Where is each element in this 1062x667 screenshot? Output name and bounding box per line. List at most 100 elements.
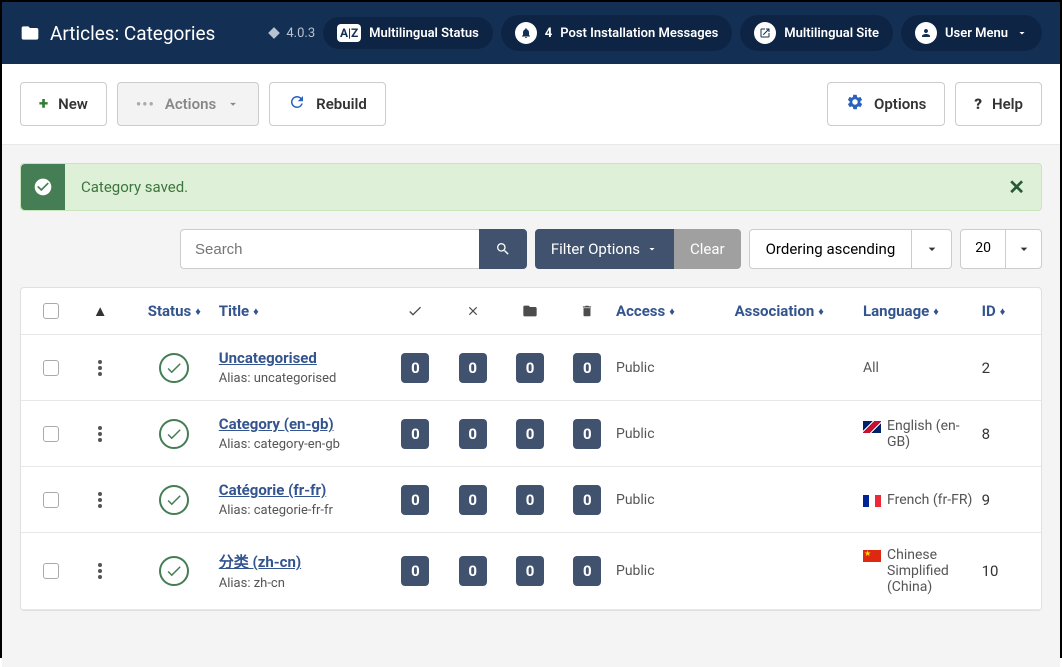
column-id[interactable]: ID♦ — [982, 302, 1031, 320]
select-all-checkbox[interactable] — [43, 303, 59, 319]
status-published-icon[interactable] — [159, 353, 189, 383]
archived-count[interactable]: 0 — [516, 419, 544, 449]
search-button[interactable] — [479, 229, 527, 269]
flag-icon — [863, 550, 881, 562]
language-cell: Chinese Simplified (China) — [863, 547, 982, 595]
flag-icon — [863, 421, 881, 433]
language-cell: English (en-GB) — [863, 418, 982, 450]
toolbar: + New ••• Actions Rebuild Options ? Help — [2, 64, 1060, 145]
clear-button[interactable]: Clear — [674, 229, 741, 269]
column-archived-icon[interactable] — [501, 303, 558, 319]
column-access[interactable]: Access♦ — [616, 302, 735, 320]
options-button[interactable]: Options — [827, 82, 945, 126]
table-header: ▲ Status♦ Title♦ Access♦ Association♦ La… — [21, 288, 1041, 335]
search-input[interactable] — [180, 229, 479, 269]
published-count[interactable]: 0 — [401, 353, 429, 383]
plus-icon: + — [39, 94, 48, 114]
unpublished-count[interactable]: 0 — [459, 485, 487, 515]
row-actions-button[interactable] — [98, 360, 102, 376]
status-published-icon[interactable] — [159, 419, 189, 449]
column-trashed-icon[interactable] — [559, 304, 616, 318]
post-install-messages-button[interactable]: 4 Post Installation Messages — [501, 15, 733, 51]
page-title-text: Articles: Categories — [50, 22, 215, 45]
row-actions-button[interactable] — [98, 492, 102, 508]
row-checkbox[interactable] — [43, 360, 59, 376]
published-count[interactable]: 0 — [401, 485, 429, 515]
language-cell: French (fr-FR) — [863, 492, 982, 508]
limit-value: 20 — [961, 230, 1005, 268]
trashed-count[interactable]: 0 — [573, 353, 601, 383]
refresh-icon — [288, 93, 306, 115]
archived-count[interactable]: 0 — [516, 353, 544, 383]
column-status[interactable]: Status♦ — [130, 302, 219, 320]
chevron-down-icon — [911, 230, 951, 268]
chevron-down-icon — [646, 243, 658, 255]
gear-icon — [846, 93, 864, 115]
access-level: Public — [616, 563, 735, 579]
alert-close-button[interactable]: ✕ — [992, 175, 1041, 199]
published-count[interactable]: 0 — [401, 419, 429, 449]
ellipsis-icon: ••• — [136, 95, 155, 113]
sort-order-icon[interactable]: ▲ — [93, 302, 108, 320]
column-unpublished-icon[interactable] — [444, 304, 501, 318]
chevron-down-icon — [226, 97, 240, 111]
column-published-icon[interactable] — [387, 303, 444, 319]
row-checkbox[interactable] — [43, 492, 59, 508]
unpublished-count[interactable]: 0 — [459, 419, 487, 449]
unpublished-count[interactable]: 0 — [459, 353, 487, 383]
trashed-count[interactable]: 0 — [573, 485, 601, 515]
category-title-link[interactable]: Category (en-gb) — [219, 415, 387, 433]
new-button[interactable]: + New — [20, 82, 107, 126]
row-actions-button[interactable] — [98, 426, 102, 442]
categories-table: ▲ Status♦ Title♦ Access♦ Association♦ La… — [20, 287, 1042, 611]
ordering-select[interactable]: Ordering ascending — [749, 229, 953, 269]
filter-bar: Filter Options Clear Ordering ascending … — [180, 229, 1042, 269]
column-association[interactable]: Association♦ — [735, 302, 863, 320]
unpublished-count[interactable]: 0 — [459, 556, 487, 586]
external-link-icon — [754, 22, 776, 44]
filter-options-button[interactable]: Filter Options — [535, 229, 674, 269]
category-title-link[interactable]: 分类 (zh-cn) — [219, 551, 387, 572]
success-alert: Category saved. ✕ — [20, 163, 1042, 211]
user-icon — [915, 22, 937, 44]
notification-count: 4 — [545, 26, 552, 41]
category-title-link[interactable]: Uncategorised — [219, 349, 387, 367]
column-language[interactable]: Language♦ — [863, 302, 982, 320]
archived-count[interactable]: 0 — [516, 556, 544, 586]
multilingual-site-button[interactable]: Multilingual Site — [740, 15, 893, 51]
user-menu-button[interactable]: User Menu — [901, 15, 1042, 51]
search-icon — [495, 241, 511, 257]
category-alias: Alias: zh-cn — [219, 576, 387, 591]
table-row: Category (en-gb) Alias: category-en-gb 0… — [21, 401, 1041, 467]
trashed-count[interactable]: 0 — [573, 419, 601, 449]
actions-button[interactable]: ••• Actions — [117, 82, 259, 126]
language-cell: All — [863, 360, 982, 376]
limit-select[interactable]: 20 — [960, 229, 1042, 269]
table-row: 分类 (zh-cn) Alias: zh-cn 0 0 0 0 Public C… — [21, 533, 1041, 610]
chevron-down-icon — [1005, 230, 1041, 268]
bell-icon — [515, 22, 537, 44]
row-actions-button[interactable] — [98, 563, 102, 579]
row-checkbox[interactable] — [43, 426, 59, 442]
trashed-count[interactable]: 0 — [573, 556, 601, 586]
rebuild-button[interactable]: Rebuild — [269, 82, 386, 126]
page-title: Articles: Categories — [20, 22, 215, 45]
flag-icon — [863, 495, 881, 507]
table-row: Uncategorised Alias: uncategorised 0 0 0… — [21, 335, 1041, 401]
help-button[interactable]: ? Help — [955, 82, 1042, 126]
column-title[interactable]: Title♦ — [219, 302, 387, 320]
table-row: Catégorie (fr-fr) Alias: categorie-fr-fr… — [21, 467, 1041, 533]
version-label: 4.0.3 — [267, 26, 315, 41]
archived-count[interactable]: 0 — [516, 485, 544, 515]
status-published-icon[interactable] — [159, 485, 189, 515]
chevron-down-icon — [1016, 27, 1028, 39]
status-published-icon[interactable] — [159, 556, 189, 586]
category-title-link[interactable]: Catégorie (fr-fr) — [219, 481, 387, 499]
row-checkbox[interactable] — [43, 563, 59, 579]
access-level: Public — [616, 492, 735, 508]
multilingual-status-button[interactable]: A|Z Multilingual Status — [323, 17, 493, 49]
published-count[interactable]: 0 — [401, 556, 429, 586]
category-alias: Alias: category-en-gb — [219, 437, 387, 452]
access-level: Public — [616, 426, 735, 442]
category-alias: Alias: uncategorised — [219, 371, 387, 386]
